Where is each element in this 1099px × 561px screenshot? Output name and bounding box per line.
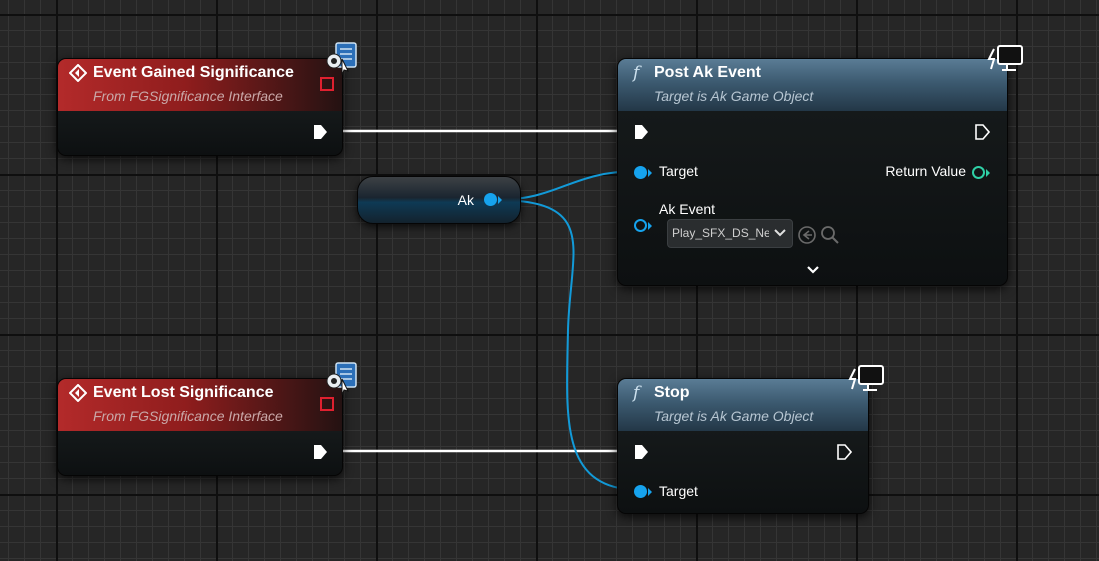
ak-output-pin[interactable]	[484, 193, 497, 206]
ak-variable-node[interactable]: Ak	[357, 176, 521, 224]
exec-out-pin[interactable]	[836, 444, 852, 460]
target-pin-label: Target	[659, 163, 698, 179]
target-input-pin[interactable]	[634, 166, 647, 179]
pin-arrow-icon	[986, 169, 990, 177]
node-title: Post Ak Event	[654, 64, 761, 81]
interface-function-icon	[326, 42, 357, 76]
function-f-icon: f	[633, 383, 640, 403]
post-ak-event-node[interactable]: f Post Ak Event Target is Ak Game Object…	[617, 45, 1023, 286]
event-diamond-icon	[69, 384, 87, 402]
node-body	[58, 111, 342, 155]
return-value-pin[interactable]	[972, 166, 985, 179]
ak-event-asset-value: Play_SFX_DS_Ne	[672, 226, 769, 240]
use-selected-asset-icon[interactable]	[797, 225, 817, 245]
node-subtitle: Target is Ak Game Object	[654, 88, 814, 104]
node-body	[618, 111, 1007, 285]
exec-in-pin[interactable]	[633, 124, 649, 140]
pin-arrow-icon	[648, 169, 652, 177]
target-pin-label: Target	[659, 483, 698, 499]
node-subtitle: From FGSignificance Interface	[93, 408, 283, 424]
node-title: Stop	[654, 384, 690, 401]
function-f-icon: f	[633, 63, 640, 83]
output-delegate-pin[interactable]	[320, 397, 334, 411]
event-gained-significance-node[interactable]: Event Gained Significance From FGSignifi…	[57, 42, 357, 156]
node-body	[58, 431, 342, 475]
target-input-pin[interactable]	[634, 485, 647, 498]
exec-out-pin[interactable]	[312, 124, 328, 140]
exec-out-pin[interactable]	[974, 124, 990, 140]
pin-arrow-icon	[498, 196, 502, 204]
ak-event-pin-label: Ak Event	[659, 201, 716, 217]
node-title: Event Lost Significance	[93, 384, 274, 401]
event-diamond-icon	[69, 64, 87, 82]
client-only-monitor-icon	[987, 45, 1023, 71]
node-subtitle: From FGSignificance Interface	[93, 88, 283, 104]
interface-function-icon	[326, 362, 357, 396]
event-lost-significance-node[interactable]: Event Lost Significance From FGSignifica…	[57, 362, 357, 476]
output-delegate-pin[interactable]	[320, 77, 334, 91]
ak-event-input-pin[interactable]	[634, 219, 647, 232]
chevron-down-icon[interactable]	[806, 264, 820, 276]
pin-arrow-icon	[648, 222, 652, 230]
ak-event-asset-dropdown[interactable]: Play_SFX_DS_Ne	[667, 219, 793, 248]
variable-label: Ak	[457, 192, 474, 208]
browse-asset-search-icon[interactable]	[820, 225, 840, 245]
node-subtitle: Target is Ak Game Object	[654, 408, 814, 424]
pin-arrow-icon	[648, 488, 652, 496]
stop-node[interactable]: f Stop Target is Ak Game Object Target	[617, 365, 884, 514]
node-title: Event Gained Significance	[93, 64, 294, 81]
node-body	[618, 431, 868, 513]
return-value-label: Return Value	[885, 163, 966, 179]
exec-out-pin[interactable]	[312, 444, 328, 460]
chevron-down-icon	[774, 229, 786, 237]
client-only-monitor-icon	[848, 365, 884, 391]
exec-in-pin[interactable]	[633, 444, 649, 460]
